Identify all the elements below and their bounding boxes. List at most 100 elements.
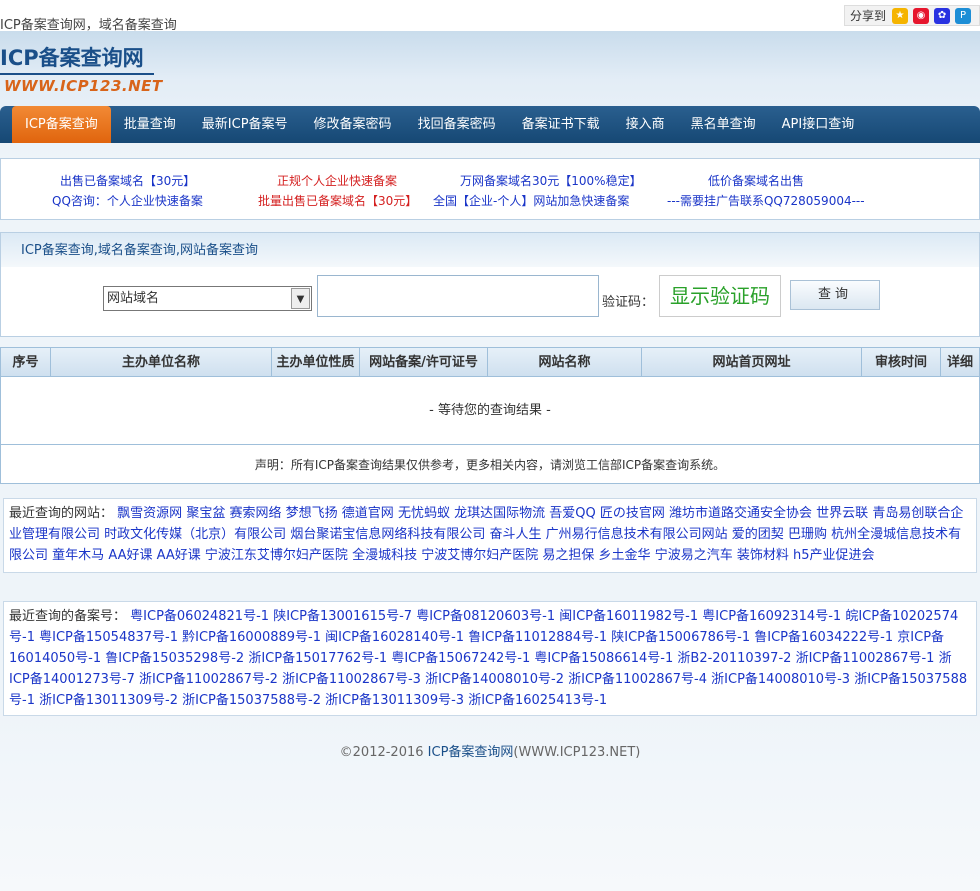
recent-icp-link[interactable]: 粤ICP备15067242号-1 xyxy=(391,651,530,666)
baidu-icon[interactable]: ✿ xyxy=(934,7,951,24)
footer: ©2012-2016 ICP备案查询网(WWW.ICP123.NET) xyxy=(0,741,980,760)
ad-panel: 出售已备案域名【30元】 QQ咨询：个人企业快速备案 正规个人企业快速备案 批量… xyxy=(0,158,980,220)
recent-site-link[interactable]: 赛索网络 xyxy=(229,506,281,521)
recent-site-link[interactable]: 奋斗人生 xyxy=(489,527,541,542)
recent-site-link[interactable]: 宁波江东艾博尔妇产医院 xyxy=(205,548,348,563)
recent-icp-link[interactable]: 浙ICP备16025413号-1 xyxy=(468,693,607,708)
nav-access-provider[interactable]: 接入商 xyxy=(613,106,678,143)
recent-site-link[interactable]: 潍坊市道路交通安全协会 xyxy=(669,506,812,521)
recent-icp-link[interactable]: 浙B2-20110397-2 xyxy=(677,651,791,666)
captcha-display[interactable]: 显示验证码 xyxy=(659,275,781,317)
footer-site-link[interactable]: ICP备案查询网 xyxy=(428,745,514,760)
recent-site-link[interactable]: 无忧蚂蚁 xyxy=(398,506,450,521)
recent-site-link[interactable]: 童年木马 xyxy=(52,548,104,563)
qq-icon[interactable]: P xyxy=(955,7,972,24)
recent-icp-link[interactable]: 浙ICP备15037588号-2 xyxy=(182,693,321,708)
recent-site-link[interactable]: 宁波易之汽车 xyxy=(655,548,733,563)
recent-icp-link[interactable]: 浙ICP备14008010号-3 xyxy=(711,672,850,687)
recent-icp-link[interactable]: 浙ICP备15017762号-1 xyxy=(248,651,387,666)
logo-title[interactable]: ICP备案查询网 xyxy=(0,42,144,72)
recent-site-link[interactable]: 吾爱QQ xyxy=(549,506,595,521)
nav-batch-query[interactable]: 批量查询 xyxy=(111,106,189,143)
ad-link[interactable]: QQ咨询：个人企业快速备案 xyxy=(52,192,203,209)
recent-site-link[interactable]: h5产业促进会 xyxy=(793,548,875,563)
recent-icp-link[interactable]: 鲁ICP备11012884号-1 xyxy=(468,630,607,645)
recent-site-link[interactable]: 宁波艾博尔妇产医院 xyxy=(421,548,538,563)
chevron-down-icon[interactable]: ▼ xyxy=(291,288,310,309)
nav-latest-icp[interactable]: 最新ICP备案号 xyxy=(189,106,301,143)
nav-modify-password[interactable]: 修改备案密码 xyxy=(301,106,405,143)
recent-icp-link[interactable]: 粤ICP备08120603号-1 xyxy=(416,609,555,624)
recent-icp-link[interactable]: 浙ICP备11002867号-2 xyxy=(139,672,278,687)
nav-certificate-download[interactable]: 备案证书下载 xyxy=(509,106,613,143)
column-header: 网站首页网址 xyxy=(642,348,862,376)
recent-icp-list: 粤ICP备06024821号-1 陕ICP备13001615号-7 粤ICP备0… xyxy=(9,609,967,708)
nav-icp-query[interactable]: ICP备案查询 xyxy=(12,106,111,143)
recent-icp-link[interactable]: 浙ICP备14008010号-2 xyxy=(425,672,564,687)
recent-icp-link[interactable]: 黔ICP备16000889号-1 xyxy=(182,630,321,645)
ad-link[interactable]: 低价备案域名出售 xyxy=(708,172,804,189)
recent-site-link[interactable]: 全漫城科技 xyxy=(352,548,417,563)
share-bar: 分享到 ★ ◉ ✿ P xyxy=(844,5,980,26)
recent-site-link[interactable]: 德道官网 xyxy=(342,506,394,521)
recent-icp-link[interactable]: 粤ICP备16092314号-1 xyxy=(702,609,841,624)
results-table: 序号 主办单位名称 主办单位性质 网站备案/许可证号 网站名称 网站首页网址 审… xyxy=(0,347,980,484)
recent-icp-link[interactable]: 闽ICP备16028140号-1 xyxy=(325,630,464,645)
recent-site-link[interactable]: 广州易行信息技术有限公司网站 xyxy=(546,527,728,542)
recent-icp-link[interactable]: 粤ICP备15054837号-1 xyxy=(39,630,178,645)
recent-site-link[interactable]: 飘雪资源网 xyxy=(117,506,182,521)
recent-site-link[interactable]: 聚宝盆 xyxy=(186,506,225,521)
recent-icp-link[interactable]: 粤ICP备06024821号-1 xyxy=(130,609,269,624)
column-header: 序号 xyxy=(1,348,51,376)
search-input[interactable] xyxy=(317,275,599,317)
recent-site-link[interactable]: AA好课 xyxy=(157,548,201,563)
ad-link[interactable]: ---需要挂广告联系QQ728059004--- xyxy=(667,192,865,209)
recent-site-link[interactable]: 世界云联 xyxy=(816,506,868,521)
main-nav: ICP备案查询 批量查询 最新ICP备案号 修改备案密码 找回备案密码 备案证书… xyxy=(0,106,980,143)
column-header: 主办单位性质 xyxy=(272,348,360,376)
qzone-icon[interactable]: ★ xyxy=(892,7,909,24)
recent-sites-label: 最近查询的网站： xyxy=(9,506,114,521)
recent-site-link[interactable]: 易之担保 xyxy=(542,548,594,563)
disclaimer: 声明：所有ICP备案查询结果仅供参考，更多相关内容，请浏览工信部ICP备案查询系… xyxy=(254,458,726,472)
top-bar: ICP备案查询网，域名备案查询 分享到 ★ ◉ ✿ P xyxy=(0,0,980,33)
column-header: 网站备案/许可证号 xyxy=(360,348,488,376)
search-type-select[interactable]: 网站域名 ▼ xyxy=(103,286,312,311)
query-button[interactable]: 查询 xyxy=(790,280,880,310)
logo-underline xyxy=(0,73,154,75)
recent-icp-link[interactable]: 鲁ICP备15035298号-2 xyxy=(105,651,244,666)
recent-site-link[interactable]: 烟台聚诺宝信息网络科技有限公司 xyxy=(290,527,485,542)
recent-icp-link[interactable]: 浙ICP备11002867号-1 xyxy=(796,651,935,666)
recent-site-link[interactable]: 龙琪达国际物流 xyxy=(454,506,545,521)
ad-link[interactable]: 出售已备案域名【30元】 xyxy=(60,172,195,189)
recent-icp-link[interactable]: 浙ICP备11002867号-4 xyxy=(568,672,707,687)
recent-site-link[interactable]: 巴珊购 xyxy=(788,527,827,542)
recent-icp-link[interactable]: 浙ICP备13011309号-2 xyxy=(39,693,178,708)
recent-icp-link[interactable]: 浙ICP备13011309号-3 xyxy=(325,693,464,708)
recent-icp-link[interactable]: 浙ICP备11002867号-3 xyxy=(282,672,421,687)
column-header: 审核时间 xyxy=(862,348,941,376)
nav-recover-password[interactable]: 找回备案密码 xyxy=(405,106,509,143)
recent-site-link[interactable]: 装饰材料 xyxy=(737,548,789,563)
ad-link[interactable]: 正规个人企业快速备案 xyxy=(277,172,397,189)
recent-icp-link[interactable]: 闽ICP备16011982号-1 xyxy=(559,609,698,624)
recent-icp-link[interactable]: 陕ICP备15006786号-1 xyxy=(611,630,750,645)
recent-site-link[interactable]: 时政文化传媒（北京）有限公司 xyxy=(104,527,286,542)
recent-icp-link[interactable]: 鲁ICP备16034222号-1 xyxy=(754,630,893,645)
weibo-icon[interactable]: ◉ xyxy=(913,7,930,24)
ad-link[interactable]: 万网备案域名30元【100%稳定】 xyxy=(460,172,642,189)
recent-site-link[interactable]: 爱的团契 xyxy=(732,527,784,542)
recent-icp-link[interactable]: 粤ICP备15086614号-1 xyxy=(534,651,673,666)
recent-site-link[interactable]: 乡土金华 xyxy=(599,548,651,563)
captcha-label: 验证码： xyxy=(602,295,655,310)
ad-link[interactable]: 全国【企业-个人】网站加急快速备案 xyxy=(433,192,629,209)
recent-icp-link[interactable]: 陕ICP备13001615号-7 xyxy=(273,609,412,624)
ad-link[interactable]: 批量出售已备案域名【30元】 xyxy=(258,192,417,209)
recent-site-link[interactable]: 匠の技官网 xyxy=(600,506,665,521)
nav-api[interactable]: API接口查询 xyxy=(769,106,868,143)
recent-site-link[interactable]: 梦想飞扬 xyxy=(286,506,338,521)
recent-site-link[interactable]: AA好课 xyxy=(108,548,152,563)
logo-url[interactable]: WWW.ICP123.NET xyxy=(4,77,163,95)
nav-blacklist[interactable]: 黑名单查询 xyxy=(678,106,769,143)
search-type-value: 网站域名 xyxy=(107,291,160,306)
